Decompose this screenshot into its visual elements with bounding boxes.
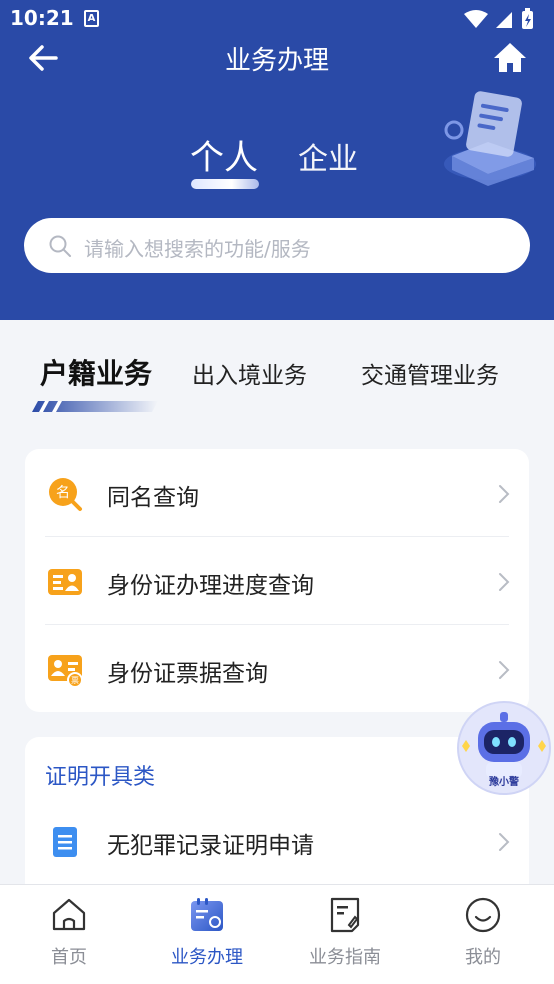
segment-personal[interactable]: 个人 xyxy=(190,130,258,179)
list-item-label: 身份证办理进度查询 xyxy=(107,573,314,599)
status-time: 10:21 xyxy=(10,6,74,30)
document-icon xyxy=(53,827,77,857)
nav-home[interactable]: 首页 xyxy=(0,885,138,984)
app-notification-icon: A xyxy=(84,10,99,27)
tab-exit-entry[interactable]: 出入境业务 xyxy=(192,356,307,390)
list-item-id-receipt-query[interactable]: 票 身份证票据查询 xyxy=(25,625,529,713)
nav-profile[interactable]: 我的 xyxy=(414,885,552,984)
service-card-household: 名 同名查询 身份证办理进度查询 票 身份证票据查询 xyxy=(25,449,529,712)
status-bar: 10:21 A xyxy=(0,0,554,40)
chevron-right-icon xyxy=(499,485,510,503)
search-placeholder: 请输入想搜索的功能/服务 xyxy=(84,237,311,261)
assistant-robot-icon[interactable]: 豫小警 xyxy=(456,700,552,796)
home-icon xyxy=(52,898,86,931)
search-icon xyxy=(49,235,71,257)
chevron-right-icon xyxy=(499,833,510,851)
list-item-id-progress-query[interactable]: 身份证办理进度查询 xyxy=(25,537,529,625)
bottom-nav: 首页 业务办理 业务指南 我的 xyxy=(0,884,554,984)
svg-text:票: 票 xyxy=(71,676,79,685)
service-card-certificates: 证明开具类 无犯罪记录证明申请 xyxy=(25,737,529,897)
tab-traffic[interactable]: 交通管理业务 xyxy=(361,356,499,390)
guide-icon xyxy=(330,897,360,933)
chevron-right-icon xyxy=(499,573,510,591)
tab-indicator xyxy=(32,401,158,412)
home-icon[interactable] xyxy=(490,38,530,78)
search-box[interactable]: 请输入想搜索的功能/服务 xyxy=(24,218,530,273)
nav-label: 业务指南 xyxy=(309,947,381,968)
segment-indicator xyxy=(191,179,259,189)
assistant-badge: 豫小警 xyxy=(489,775,519,788)
list-item-label: 同名查询 xyxy=(107,485,199,511)
list-item-label: 无犯罪记录证明申请 xyxy=(107,833,314,859)
document-illustration-icon xyxy=(444,91,536,186)
system-status-icons xyxy=(464,8,533,29)
list-item-same-name-query[interactable]: 名 同名查询 xyxy=(25,449,529,537)
list-item-no-criminal-record[interactable]: 无犯罪记录证明申请 xyxy=(25,797,529,885)
nav-label: 业务办理 xyxy=(171,947,243,968)
page-title: 业务办理 xyxy=(224,46,329,76)
list-item-label: 身份证票据查询 xyxy=(107,661,268,687)
section-title: 证明开具类 xyxy=(45,765,156,790)
id-card-receipt-icon: 票 xyxy=(48,655,83,688)
svg-text:名: 名 xyxy=(56,485,70,501)
tab-household[interactable]: 户籍业务 xyxy=(40,352,152,392)
category-tabs: 户籍业务 出入境业务 交通管理业务 xyxy=(0,320,554,420)
name-search-icon: 名 xyxy=(49,478,82,511)
segment-enterprise[interactable]: 企业 xyxy=(298,134,358,178)
chevron-right-icon xyxy=(499,661,510,679)
header: 10:21 A 业务办理 个人 企业 请输入想搜索的功能/服务 xyxy=(0,0,554,320)
nav-guide[interactable]: 业务指南 xyxy=(276,885,414,984)
nav-label: 首页 xyxy=(51,947,87,968)
profile-icon xyxy=(465,897,501,933)
nav-business[interactable]: 业务办理 xyxy=(138,885,276,984)
id-card-progress-icon xyxy=(48,569,82,595)
business-icon xyxy=(191,898,223,931)
nav-label: 我的 xyxy=(465,947,501,968)
